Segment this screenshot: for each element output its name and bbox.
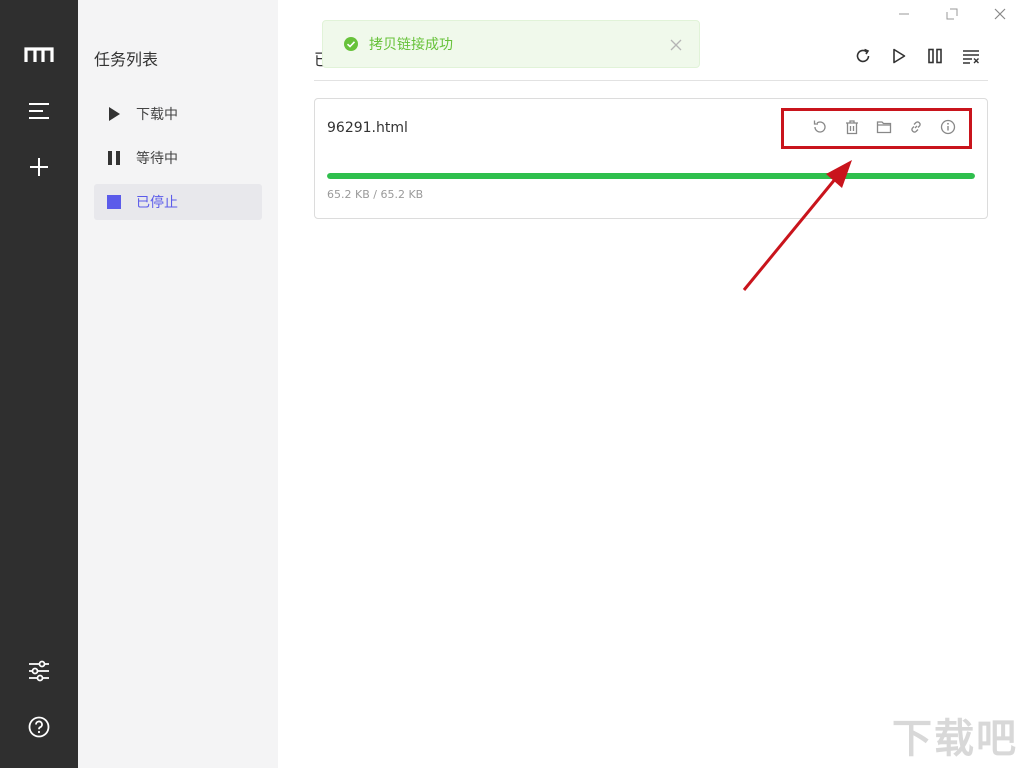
task-list-panel: 任务列表 下载中 等待中 已停止 bbox=[78, 0, 278, 768]
plus-icon[interactable] bbox=[24, 152, 54, 182]
task-size-info: 65.2 KB / 65.2 KB bbox=[327, 188, 423, 201]
downloaded-size: 65.2 KB bbox=[327, 188, 370, 201]
task-filter-stopped[interactable]: 已停止 bbox=[94, 184, 262, 220]
header-divider bbox=[314, 80, 988, 81]
pause-icon bbox=[106, 150, 122, 166]
task-filter-downloading[interactable]: 下载中 bbox=[94, 96, 262, 132]
toast-message: 拷贝链接成功 bbox=[369, 37, 453, 53]
task-list-title: 任务列表 bbox=[94, 50, 159, 69]
play-icon bbox=[106, 106, 122, 122]
task-filter-label: 等待中 bbox=[136, 151, 178, 167]
stop-icon bbox=[106, 194, 122, 210]
help-icon[interactable] bbox=[24, 712, 54, 742]
watermark: 下载吧 bbox=[892, 716, 1018, 762]
menu-icon[interactable] bbox=[24, 96, 54, 126]
maximize-button[interactable] bbox=[937, 4, 967, 24]
refresh-icon[interactable] bbox=[853, 44, 873, 68]
close-icon[interactable] bbox=[669, 37, 683, 51]
close-window-button[interactable] bbox=[985, 4, 1015, 24]
task-filter-label: 已停止 bbox=[136, 195, 178, 211]
logo-m-icon[interactable] bbox=[24, 40, 54, 70]
pause-all-icon[interactable] bbox=[925, 44, 945, 68]
progress-bar-fill bbox=[327, 173, 975, 179]
success-toast: 拷贝链接成功 bbox=[322, 20, 700, 68]
clear-list-icon[interactable] bbox=[961, 44, 981, 68]
check-circle-icon bbox=[343, 36, 359, 52]
task-toolbar bbox=[853, 44, 981, 68]
annotation-highlight-box bbox=[781, 108, 972, 149]
progress-bar bbox=[327, 173, 975, 179]
sliders-icon[interactable] bbox=[24, 656, 54, 686]
minimize-button[interactable] bbox=[889, 4, 919, 24]
size-separator: / bbox=[369, 188, 381, 201]
task-filter-label: 下载中 bbox=[136, 107, 178, 123]
total-size: 65.2 KB bbox=[380, 188, 424, 201]
app-rail bbox=[0, 0, 78, 768]
task-filter-waiting[interactable]: 等待中 bbox=[94, 140, 262, 176]
task-file-name: 96291.html bbox=[327, 120, 408, 136]
resume-all-icon[interactable] bbox=[889, 44, 909, 68]
